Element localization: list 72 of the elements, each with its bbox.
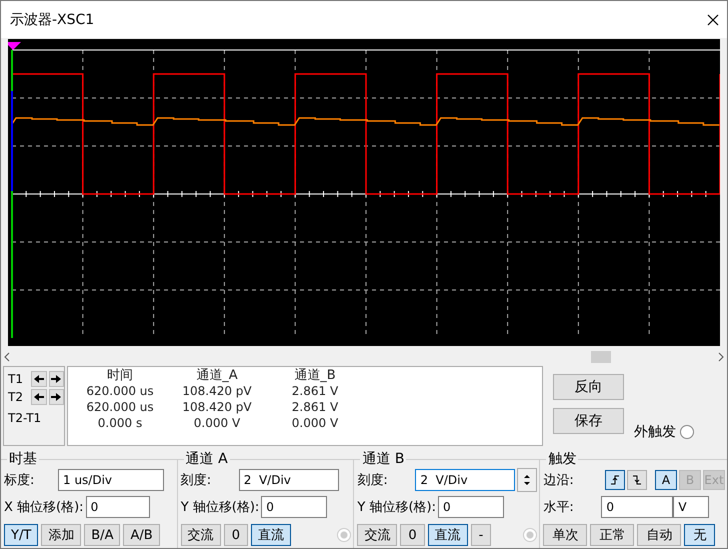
- rising-edge-button[interactable]: [604, 470, 625, 490]
- close-icon[interactable]: [707, 14, 719, 26]
- field-label: X 轴位移(格):: [4, 499, 84, 516]
- display-mode-button[interactable]: B/A: [84, 524, 120, 546]
- left-arrow-icon: [34, 374, 44, 384]
- left-arrow-icon: [34, 392, 44, 402]
- table-cell-text: 2.861 V: [290, 400, 340, 414]
- x-offset-field[interactable]: 0: [86, 496, 150, 518]
- table-cell-text: 0.000 V: [290, 416, 340, 430]
- y-offset-field[interactable]: 0: [438, 496, 504, 518]
- channel-scale-field[interactable]: 2 V/Div: [415, 469, 516, 491]
- trigger-mode-button[interactable]: 单次: [543, 524, 588, 546]
- right-arrow-icon: [51, 392, 62, 402]
- table-cell-text: 620.000 us: [85, 400, 155, 414]
- coupling-button[interactable]: 交流: [180, 524, 221, 546]
- display-mode-button[interactable]: Y/T: [4, 524, 38, 546]
- coupling-button[interactable]: 0: [400, 524, 425, 546]
- display-mode-button[interactable]: 添加: [41, 524, 82, 546]
- trigger-mode-button[interactable]: 无: [684, 524, 716, 546]
- rising-edge-icon: [610, 474, 620, 486]
- cursor-label: T2-T1: [8, 411, 42, 425]
- trigger-mode-button[interactable]: 自动: [637, 524, 682, 546]
- group-title: 通道 A: [184, 450, 229, 468]
- timebase-scale-field[interactable]: 1 us/Div: [58, 469, 164, 491]
- field-label: Y 轴位移(格):: [357, 499, 436, 516]
- trigger-level-field[interactable]: 0: [601, 496, 674, 518]
- action-button[interactable]: 反向: [553, 374, 624, 400]
- table-cell-text: 0.000 s: [96, 416, 144, 430]
- cursor-right-button[interactable]: [48, 389, 64, 405]
- field-label: 边沿:: [543, 472, 574, 489]
- coupling-button[interactable]: 直流: [250, 524, 291, 546]
- channel-scale-field[interactable]: 2 V/Div: [238, 469, 339, 491]
- table-cell-text: 2.861 V: [290, 384, 340, 398]
- cursor-left-button[interactable]: [31, 371, 47, 387]
- table-cell-text: 108.420 pV: [181, 400, 253, 414]
- right-arrow-icon: [51, 374, 62, 384]
- coupling-button[interactable]: 0: [224, 524, 248, 546]
- window-title: 示波器-XSC1: [10, 10, 94, 28]
- field-label: Y 轴位移(格):: [180, 499, 260, 516]
- cursor-right-button[interactable]: [48, 371, 64, 387]
- cursor-left-button[interactable]: [31, 389, 47, 405]
- cursor-label: T2: [8, 390, 24, 404]
- cursor-label: T1: [8, 372, 24, 386]
- y-offset-field[interactable]: 0: [261, 496, 328, 518]
- trigger-source-button[interactable]: A: [654, 470, 677, 490]
- field-label: 水平:: [543, 499, 575, 516]
- coupling-button[interactable]: 交流: [357, 524, 398, 546]
- table-cell-text: 0.000 V: [192, 416, 242, 430]
- group-title: 通道 B: [361, 450, 406, 468]
- display-mode-button[interactable]: A/B: [123, 524, 160, 546]
- column-header: 通道_B: [293, 367, 337, 384]
- field-label: 标度:: [4, 472, 36, 489]
- external-trigger-radio[interactable]: [680, 425, 694, 439]
- action-button[interactable]: 保存: [553, 408, 624, 434]
- spin-buttons[interactable]: [517, 468, 538, 492]
- up-down-icon: [522, 473, 532, 487]
- field-label: 刻度:: [180, 472, 212, 489]
- falling-edge-icon: [632, 474, 642, 486]
- column-header: 时间: [106, 367, 134, 384]
- trigger-mode-button[interactable]: 正常: [590, 524, 634, 546]
- coupling-button[interactable]: 直流: [428, 524, 468, 546]
- field-label: 刻度:: [357, 472, 389, 489]
- table-cell-text: 108.420 pV: [181, 384, 253, 398]
- column-header: 通道_A: [195, 367, 239, 384]
- table-cell-text: 620.000 us: [85, 384, 155, 398]
- scroll-thumb[interactable]: [591, 351, 611, 363]
- external-trigger-label: 外触发: [634, 423, 676, 441]
- group-title: 时基: [8, 450, 38, 468]
- group-title: 触发: [547, 450, 578, 468]
- falling-edge-button[interactable]: [626, 470, 647, 490]
- level-unit-field[interactable]: V: [673, 496, 710, 518]
- coupling-button[interactable]: -: [470, 524, 492, 546]
